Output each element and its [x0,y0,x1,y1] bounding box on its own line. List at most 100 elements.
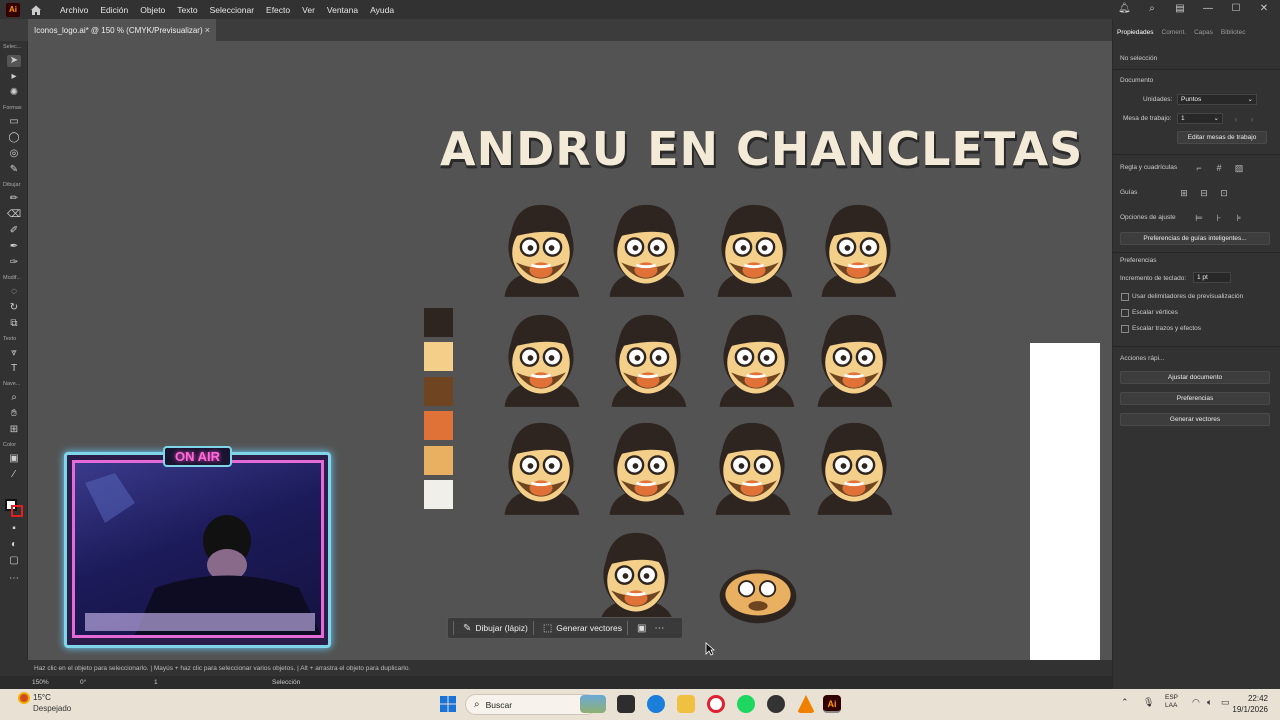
preferences-button[interactable]: Preferencias [1120,392,1270,405]
pen-tool-icon[interactable]: ✒ [7,241,21,253]
stroke-swatch[interactable] [11,505,23,517]
lock-guides-icon[interactable]: ⊟ [1199,188,1209,198]
volume-icon[interactable]: 🔈︎ [1207,697,1212,708]
artwork-title[interactable]: ANDRU EN CHANCLETAS [440,122,1082,176]
emote-12[interactable] [808,416,900,516]
illustrator-logo-icon[interactable]: Ai [6,2,20,17]
file-explorer-icon[interactable] [677,695,695,713]
minimize-icon[interactable]: — [1202,3,1214,15]
smart-guides-preferences-button[interactable]: Preferencias de guías inteligentes... [1120,232,1270,245]
lasso-tool-icon[interactable]: ◌ [7,286,21,298]
zoom-level[interactable]: 150% [32,679,49,686]
snap-to-glyph-icon[interactable]: ⊧ [1234,213,1244,223]
shaper-tool-icon[interactable]: ✎ [7,164,21,176]
rotate-tool-icon[interactable]: ↻ [7,302,21,314]
menu-seleccionar[interactable]: Seleccionar [204,5,260,15]
emote-3[interactable] [708,198,800,298]
show-guides-icon[interactable]: ⊞ [1179,188,1189,198]
brush-tool-icon[interactable]: ✏ [7,193,21,205]
prev-artboard-icon[interactable]: ‹ [1231,114,1241,124]
emote-10[interactable] [600,416,692,516]
generate-vectors-button[interactable]: Generar vectores [556,623,622,633]
keyboard-increment-input[interactable]: 1 pt [1193,272,1231,283]
clock-date[interactable]: 19/1/2026 [1232,705,1268,714]
emote-11[interactable] [706,416,798,516]
obs-studio-icon[interactable] [767,695,785,713]
draw-mode-icon[interactable]: ◐ [7,539,21,551]
emote-7[interactable] [710,308,802,408]
image-options-icon[interactable]: ▣ [637,623,646,634]
screen-mode-icon[interactable]: ▢ [7,555,21,567]
menu-ayuda[interactable]: Ayuda [364,5,400,15]
magic-wand-tool-icon[interactable]: ✺ [7,87,21,99]
menu-objeto[interactable]: Objeto [134,5,171,15]
scale-corners-checkbox[interactable] [1121,309,1129,317]
palette-swatch-6[interactable] [424,480,453,509]
scale-strokes-checkbox[interactable] [1121,325,1129,333]
generate-vectors-panel-button[interactable]: Generar vectores [1120,413,1270,426]
menu-ventana[interactable]: Ventana [321,5,364,15]
weather-icon[interactable] [18,692,30,704]
home-icon[interactable] [30,4,42,16]
menu-ver[interactable]: Ver [296,5,321,15]
scale-tool-icon[interactable]: ⧉ [7,318,21,330]
fit-document-button[interactable]: Ajustar documento [1120,371,1270,384]
battery-icon[interactable]: ▭ [1221,697,1230,708]
palette-swatch-2[interactable] [424,342,453,371]
language-indicator[interactable]: ESP LAA [1165,694,1178,710]
zoom-tool-icon[interactable]: ⌕ [7,392,21,404]
snap-to-point-icon[interactable]: ⊨ [1194,213,1204,223]
type-tool-icon[interactable]: T [7,363,21,375]
spotify-icon[interactable] [737,695,755,713]
menu-efecto[interactable]: Efecto [260,5,296,15]
blob-brush-tool-icon[interactable]: ✑ [7,257,21,269]
eraser-tool-icon[interactable]: ⌫ [7,209,21,221]
emote-2[interactable] [600,198,692,298]
task-view-icon[interactable] [617,695,635,713]
emote-6[interactable] [602,308,694,408]
taskbar-search-input[interactable]: ⌕ Buscar [465,694,597,715]
artboard-tool-icon[interactable]: ⊞ [7,424,21,436]
palette-swatch-5[interactable] [424,446,453,475]
emote-14[interactable] [712,532,804,632]
illustrator-taskbar-icon[interactable]: Ai [823,695,841,713]
emote-13[interactable] [590,526,682,626]
color-mode-icon[interactable]: ▪ [7,523,21,535]
smart-guides-icon[interactable]: ⊡ [1219,188,1229,198]
palette-swatch-1[interactable] [424,308,453,337]
weather-temp[interactable]: 15°C [33,693,51,702]
draw-pencil-button[interactable]: Dibujar (lápiz) [475,623,527,633]
ellipse-tool-icon[interactable]: ◯ [7,132,21,144]
pencil-tool-icon[interactable]: ✐ [7,225,21,237]
gradient-tool-icon[interactable]: ▣ [7,453,21,465]
microphone-icon[interactable]: 🎙︎ [1143,697,1154,708]
units-select[interactable]: Puntos ⌄ [1177,94,1257,105]
tab-libraries[interactable]: Bibliotec [1217,29,1250,43]
artboard-select[interactable]: 1 ⌄ [1177,113,1223,124]
eyedropper-tool-icon[interactable]: ⁄ [7,469,21,481]
edge-browser-icon[interactable] [647,695,665,713]
direct-selection-tool-icon[interactable]: ▸ [7,71,21,83]
weather-description[interactable]: Despejado [33,704,71,713]
menu-texto[interactable]: Texto [171,5,203,15]
emote-8[interactable] [808,308,900,408]
polygon-tool-icon[interactable]: ◎ [7,148,21,160]
document-tab[interactable]: Iconos_logo.ai* @ 150 % (CMYK/Previsuali… [28,19,216,41]
close-tab-icon[interactable]: × [205,25,210,35]
maximize-icon[interactable]: ☐ [1230,3,1242,15]
ctx-drag-handle[interactable] [453,621,454,635]
palette-swatch-3[interactable] [424,377,453,406]
emote-5[interactable] [495,308,587,408]
snap-to-pixel-icon[interactable]: ⊦ [1214,213,1224,223]
arrange-documents-icon[interactable]: ▤ [1174,3,1186,15]
artboard-edge[interactable] [1030,343,1100,660]
width-tool-icon[interactable]: ⩔ [7,347,21,359]
more-tools-icon[interactable]: ⋯ [7,573,21,585]
next-artboard-icon[interactable]: › [1247,114,1257,124]
artboard-number[interactable]: 1 [154,679,158,686]
selection-tool-icon[interactable]: ➤ [7,55,21,67]
search-icon[interactable]: ⌕ [1146,3,1158,15]
hand-tool-icon[interactable]: ✋︎ [7,408,21,420]
search-highlight-icon[interactable] [580,695,606,713]
transparency-grid-icon[interactable]: ▨ [1234,163,1244,173]
